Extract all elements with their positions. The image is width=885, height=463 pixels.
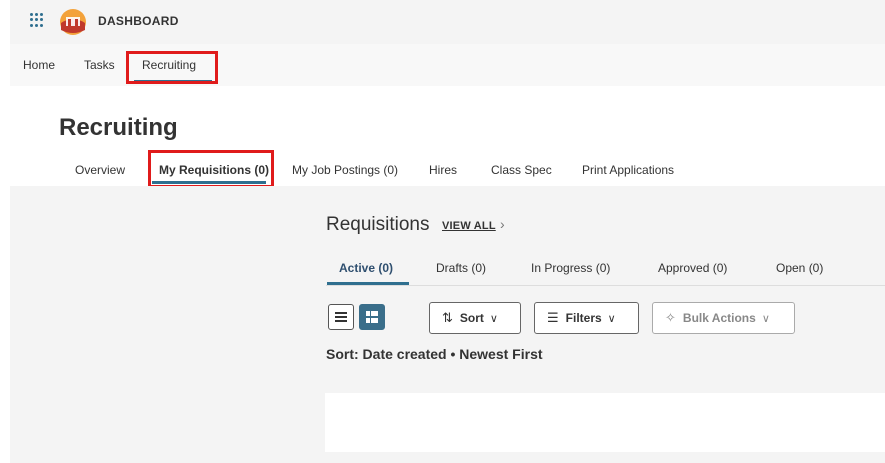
subtab-overview[interactable]: Overview: [75, 163, 125, 177]
sort-button[interactable]: ⇅ Sort ∨: [429, 302, 521, 334]
tabs-divider: [326, 285, 885, 286]
top-bar: DASHBOARD: [10, 0, 885, 44]
bulk-actions-icon: ✧: [665, 310, 676, 325]
card-view-button[interactable]: [359, 304, 385, 330]
filters-button-label: Filters: [565, 311, 602, 325]
subtab-hires[interactable]: Hires: [429, 163, 457, 177]
filters-button[interactable]: ☰ Filters ∨: [534, 302, 639, 334]
highlight-box-subtab: [148, 150, 274, 188]
nav-tasks[interactable]: Tasks: [84, 58, 115, 72]
app-title[interactable]: DASHBOARD: [98, 14, 179, 28]
subtab-print-applications[interactable]: Print Applications: [582, 163, 674, 177]
sort-arrows-icon: ⇅: [442, 310, 453, 325]
list-view-icon: [335, 312, 347, 322]
list-view-button[interactable]: [328, 304, 354, 330]
sort-button-label: Sort: [459, 311, 484, 325]
chevron-down-icon: ∨: [607, 312, 616, 325]
subtab-my-job-postings[interactable]: My Job Postings (0): [292, 163, 398, 177]
card-view-icon: [366, 311, 378, 323]
chevron-down-icon: ∨: [761, 312, 770, 325]
tab-open[interactable]: Open (0): [776, 261, 823, 275]
org-logo-icon[interactable]: [59, 8, 87, 36]
requisitions-heading: Requisitions: [326, 214, 430, 235]
bulk-actions-button[interactable]: ✧ Bulk Actions ∨: [652, 302, 795, 334]
highlight-box-nav: [126, 51, 218, 84]
chevron-down-icon: ∨: [489, 312, 498, 325]
sort-status-text: Sort: Date created • Newest First: [326, 346, 543, 362]
bulk-actions-button-label: Bulk Actions: [682, 311, 756, 325]
tab-active[interactable]: Active (0): [339, 261, 393, 275]
subtab-class-spec[interactable]: Class Spec: [491, 163, 552, 177]
filter-icon: ☰: [547, 310, 559, 325]
nav-home[interactable]: Home: [23, 58, 55, 72]
app-launcher-grid-icon[interactable]: [30, 13, 44, 27]
requisitions-list-panel: [325, 393, 885, 452]
tab-approved[interactable]: Approved (0): [658, 261, 727, 275]
tab-drafts[interactable]: Drafts (0): [436, 261, 486, 275]
page-title: Recruiting: [59, 114, 178, 141]
tab-in-progress[interactable]: In Progress (0): [531, 261, 610, 275]
view-all-link[interactable]: VIEW ALL: [442, 220, 496, 232]
chevron-right-icon[interactable]: ›: [500, 216, 505, 232]
